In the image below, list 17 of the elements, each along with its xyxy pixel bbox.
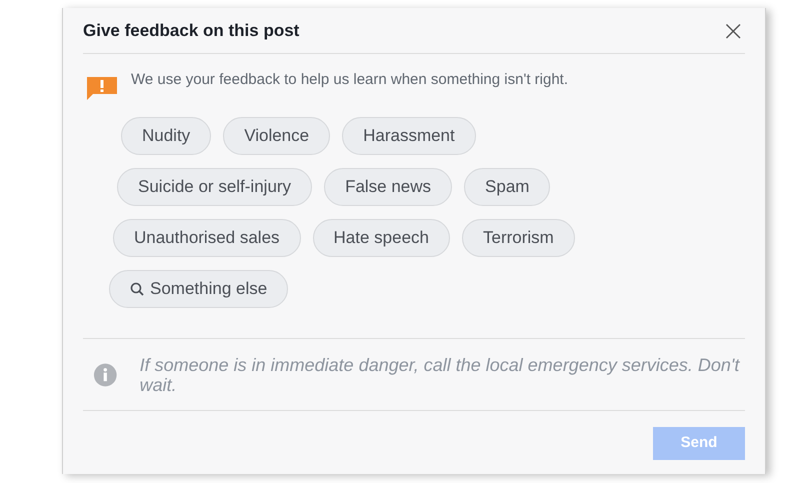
- category-chip[interactable]: Spam: [464, 168, 550, 206]
- emergency-notice: If someone is in immediate danger, call the local emergency services. Don't wait.: [140, 354, 741, 394]
- category-chip[interactable]: Unauthorised sales: [113, 219, 301, 257]
- category-chip[interactable]: Harassment: [342, 117, 476, 155]
- search-icon: [130, 282, 144, 296]
- close-button[interactable]: ×: [722, 16, 745, 44]
- category-chip[interactable]: Suicide or self-injury: [117, 168, 312, 206]
- category-chip[interactable]: False news: [324, 168, 452, 206]
- dialog-title: Give feedback on this post: [83, 20, 300, 42]
- info-icon: [93, 362, 118, 388]
- alert-icon: [85, 75, 119, 101]
- category-chip[interactable]: Nudity: [121, 117, 212, 155]
- category-chip[interactable]: Violence: [223, 117, 330, 155]
- category-chip[interactable]: Something else: [109, 270, 288, 308]
- category-chip[interactable]: Terrorism: [462, 219, 575, 257]
- notice-text: We use your feedback to help us learn when something isn't right.: [131, 70, 569, 89]
- category-chip[interactable]: Hate speech: [312, 219, 450, 257]
